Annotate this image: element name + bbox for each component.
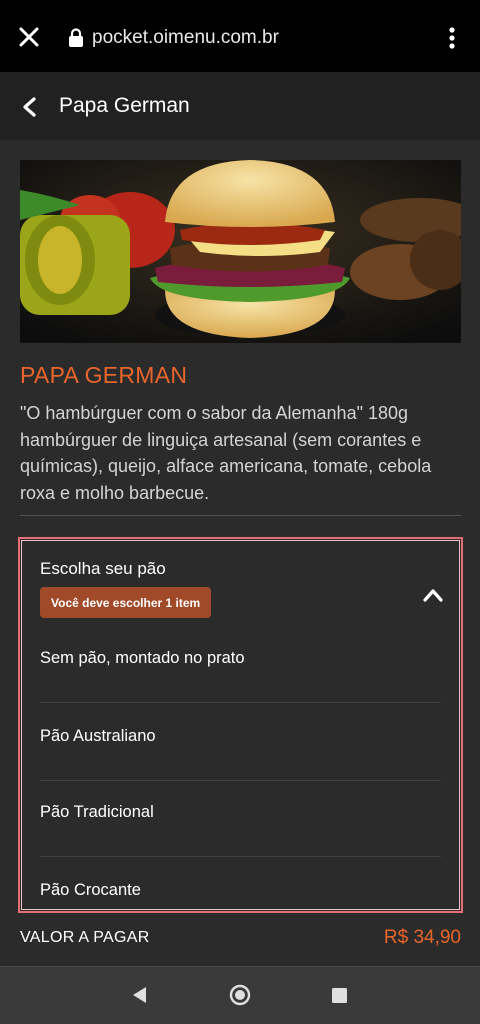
back-triangle-icon[interactable] xyxy=(131,986,147,1004)
total-bar: VALOR A PAGAR R$ 34,90 xyxy=(0,914,480,966)
chevron-left-icon[interactable] xyxy=(20,96,40,118)
product-description: "O hambúrguer com o sabor da Alemanha" 1… xyxy=(20,403,432,503)
required-badge: Você deve escolher 1 item xyxy=(40,587,212,618)
option-sem-pao[interactable]: Sem pão, montado no prato xyxy=(40,625,441,703)
recents-square-icon[interactable] xyxy=(332,988,347,1003)
divider xyxy=(20,515,461,516)
product-image xyxy=(20,160,461,343)
option-label: Pão Tradicional xyxy=(40,803,154,821)
option-pao-australiano[interactable]: Pão Australiano xyxy=(40,703,441,781)
group-title: Escolha seu pão xyxy=(40,559,166,578)
product-name: PAPA GERMAN xyxy=(20,362,188,388)
option-label: Pão Crocante xyxy=(40,881,141,899)
lock-icon xyxy=(69,28,83,47)
url-text[interactable]: pocket.oimenu.com.br xyxy=(92,27,279,49)
total-price: R$ 34,90 xyxy=(383,927,461,948)
app-header: Papa German xyxy=(0,72,480,140)
more-vert-icon[interactable] xyxy=(444,26,460,50)
option-label: Sem pão, montado no prato xyxy=(40,649,245,667)
close-icon[interactable] xyxy=(18,26,40,48)
option-pao-tradicional[interactable]: Pão Tradicional xyxy=(40,779,441,857)
chevron-up-icon[interactable] xyxy=(422,587,444,603)
option-pao-crocante[interactable]: Pão Crocante xyxy=(40,857,441,911)
system-nav-bar xyxy=(0,966,480,1024)
bread-options-group: Escolha seu pão Você deve escolher 1 ite… xyxy=(18,537,463,913)
home-circle-icon[interactable] xyxy=(229,984,251,1006)
browser-bar: pocket.oimenu.com.br xyxy=(0,0,480,72)
option-label: Pão Australiano xyxy=(40,727,156,745)
total-label: VALOR A PAGAR xyxy=(20,929,150,946)
page-title: Papa German xyxy=(59,94,190,117)
